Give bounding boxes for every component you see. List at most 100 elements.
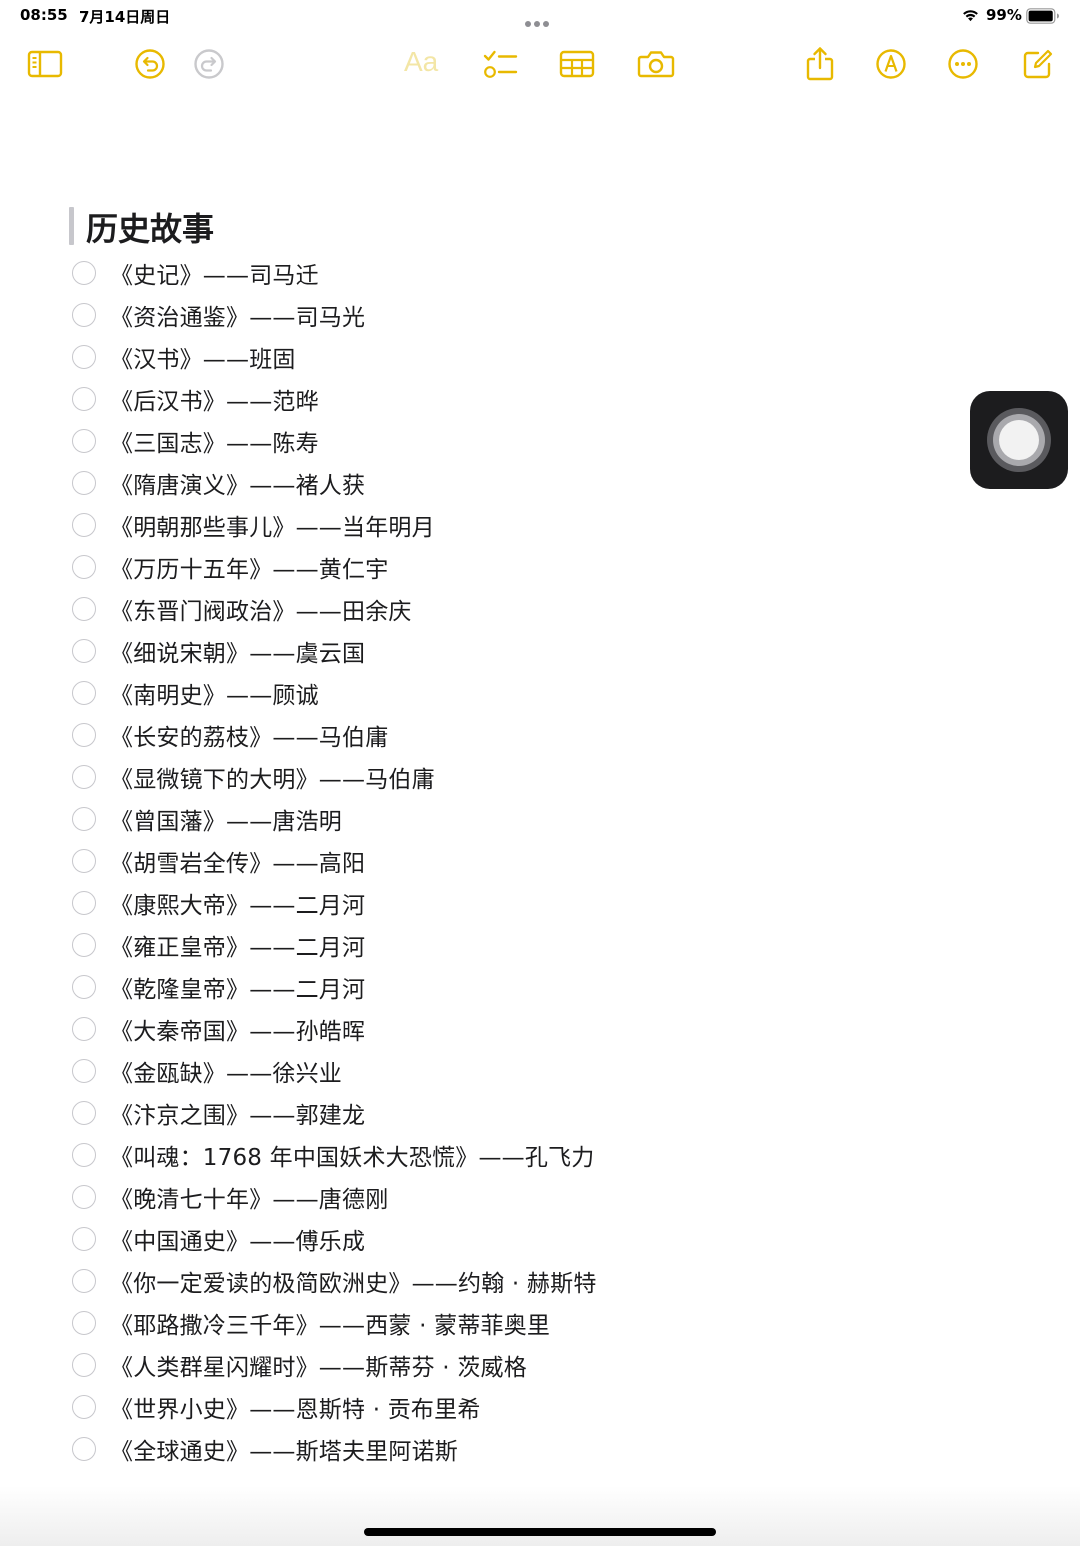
checklist-item[interactable]: 《史记》——司马迁 [70, 252, 597, 294]
checklist-item-text[interactable]: 《资治通鉴》——司马光 [110, 298, 365, 332]
checklist-item[interactable]: 《细说宋朝》——虞云国 [70, 630, 597, 672]
checklist-item-text[interactable]: 《明朝那些事儿》——当年明月 [110, 508, 435, 542]
checkbox-circle-icon[interactable] [72, 1395, 96, 1419]
checklist-item[interactable]: 《全球通史》——斯塔夫里阿诺斯 [70, 1428, 597, 1470]
sidebar-toggle-button[interactable] [25, 44, 65, 84]
more-button[interactable] [943, 44, 983, 84]
checkbox-circle-icon[interactable] [72, 975, 96, 999]
checklist-item[interactable]: 《金瓯缺》——徐兴业 [70, 1050, 597, 1092]
multitasking-dots-icon[interactable] [525, 12, 555, 27]
checklist-item-text[interactable]: 《细说宋朝》——虞云国 [110, 634, 365, 668]
checkbox-circle-icon[interactable] [72, 261, 96, 285]
checklist-item[interactable]: 《明朝那些事儿》——当年明月 [70, 504, 597, 546]
checklist-item[interactable]: 《资治通鉴》——司马光 [70, 294, 597, 336]
checkbox-circle-icon[interactable] [72, 1143, 96, 1167]
table-button[interactable] [557, 44, 597, 84]
checklist-item[interactable]: 《万历十五年》——黄仁宇 [70, 546, 597, 588]
undo-button[interactable] [130, 44, 170, 84]
checklist-item-text[interactable]: 《康熙大帝》——二月河 [110, 886, 365, 920]
note-title[interactable]: 历史故事 [86, 204, 214, 250]
checklist-item[interactable]: 《乾隆皇帝》——二月河 [70, 966, 597, 1008]
checklist-item[interactable]: 《叫魂：1768 年中国妖术大恐慌》——孔飞力 [70, 1134, 597, 1176]
checkbox-circle-icon[interactable] [72, 933, 96, 957]
checklist-item[interactable]: 《人类群星闪耀时》——斯蒂芬 · 茨威格 [70, 1344, 597, 1386]
checkbox-circle-icon[interactable] [72, 429, 96, 453]
checklist-item-text[interactable]: 《你一定爱读的极简欧洲史》——约翰 · 赫斯特 [110, 1264, 597, 1298]
checkbox-circle-icon[interactable] [72, 303, 96, 327]
checklist-item-text[interactable]: 《人类群星闪耀时》——斯蒂芬 · 茨威格 [110, 1348, 527, 1382]
checklist-item[interactable]: 《耶路撒冷三千年》——西蒙 · 蒙蒂菲奥里 [70, 1302, 597, 1344]
checklist-item-text[interactable]: 《世界小史》——恩斯特 · 贡布里希 [110, 1390, 481, 1424]
checkbox-circle-icon[interactable] [72, 723, 96, 747]
checklist-item-text[interactable]: 《史记》——司马迁 [110, 256, 319, 290]
checkbox-circle-icon[interactable] [72, 555, 96, 579]
checklist-item-text[interactable]: 《中国通史》——傅乐成 [110, 1222, 365, 1256]
checklist-item[interactable]: 《曾国藩》——唐浩明 [70, 798, 597, 840]
checkbox-circle-icon[interactable] [72, 1017, 96, 1041]
checkbox-circle-icon[interactable] [72, 1059, 96, 1083]
home-indicator[interactable] [364, 1528, 716, 1536]
checklist-item-text[interactable]: 《雍正皇帝》——二月河 [110, 928, 365, 962]
checklist-button[interactable] [480, 44, 520, 84]
checklist-item[interactable]: 《中国通史》——傅乐成 [70, 1218, 597, 1260]
checklist-item[interactable]: 《康熙大帝》——二月河 [70, 882, 597, 924]
checklist-item-text[interactable]: 《隋唐演义》——褚人获 [110, 466, 365, 500]
checkbox-circle-icon[interactable] [72, 1101, 96, 1125]
checklist-item-text[interactable]: 《汴京之围》——郭建龙 [110, 1096, 365, 1130]
checklist-item-text[interactable]: 《汉书》——班固 [110, 340, 296, 374]
checkbox-circle-icon[interactable] [72, 765, 96, 789]
share-button[interactable] [800, 44, 840, 84]
checklist-item[interactable]: 《长安的荔枝》——马伯庸 [70, 714, 597, 756]
checklist-item[interactable]: 《隋唐演义》——褚人获 [70, 462, 597, 504]
checklist-item-text[interactable]: 《万历十五年》——黄仁宇 [110, 550, 388, 584]
checkbox-circle-icon[interactable] [72, 891, 96, 915]
checklist-item-text[interactable]: 《显微镜下的大明》——马伯庸 [110, 760, 435, 794]
checklist-item[interactable]: 《汉书》——班固 [70, 336, 597, 378]
checklist-item-text[interactable]: 《胡雪岩全传》——高阳 [110, 844, 365, 878]
checkbox-circle-icon[interactable] [72, 849, 96, 873]
checkbox-circle-icon[interactable] [72, 1269, 96, 1293]
checkbox-circle-icon[interactable] [72, 513, 96, 537]
checkbox-circle-icon[interactable] [72, 345, 96, 369]
checkbox-circle-icon[interactable] [72, 471, 96, 495]
checklist-item[interactable]: 《胡雪岩全传》——高阳 [70, 840, 597, 882]
checklist-item-text[interactable]: 《叫魂：1768 年中国妖术大恐慌》——孔飞力 [110, 1138, 594, 1172]
checkbox-circle-icon[interactable] [72, 1227, 96, 1251]
checklist-item-text[interactable]: 《东晋门阀政治》——田余庆 [110, 592, 412, 626]
checklist-item-text[interactable]: 《三国志》——陈寿 [110, 424, 319, 458]
markup-button[interactable] [871, 44, 911, 84]
checklist-item[interactable]: 《世界小史》——恩斯特 · 贡布里希 [70, 1386, 597, 1428]
format-text-button[interactable]: Aa [404, 46, 438, 78]
checkbox-circle-icon[interactable] [72, 1311, 96, 1335]
checklist-item-text[interactable]: 《乾隆皇帝》——二月河 [110, 970, 365, 1004]
camera-button[interactable] [636, 44, 676, 84]
checklist-item[interactable]: 《晚清七十年》——唐德刚 [70, 1176, 597, 1218]
checkbox-circle-icon[interactable] [72, 1437, 96, 1461]
checkbox-circle-icon[interactable] [72, 597, 96, 621]
checklist-item[interactable]: 《后汉书》——范晔 [70, 378, 597, 420]
checklist-item[interactable]: 《汴京之围》——郭建龙 [70, 1092, 597, 1134]
checklist-item[interactable]: 《显微镜下的大明》——马伯庸 [70, 756, 597, 798]
checklist-item-text[interactable]: 《南明史》——顾诚 [110, 676, 319, 710]
checklist-item-text[interactable]: 《全球通史》——斯塔夫里阿诺斯 [110, 1432, 458, 1466]
checkbox-circle-icon[interactable] [72, 1185, 96, 1209]
assistive-touch-button[interactable] [970, 391, 1068, 489]
checkbox-circle-icon[interactable] [72, 807, 96, 831]
checkbox-circle-icon[interactable] [72, 1353, 96, 1377]
checklist-item-text[interactable]: 《后汉书》——范晔 [110, 382, 319, 416]
checklist-item-text[interactable]: 《大秦帝国》——孙皓晖 [110, 1012, 365, 1046]
checklist-item-text[interactable]: 《曾国藩》——唐浩明 [110, 802, 342, 836]
checklist-item[interactable]: 《雍正皇帝》——二月河 [70, 924, 597, 966]
checkbox-circle-icon[interactable] [72, 681, 96, 705]
checklist-item[interactable]: 《三国志》——陈寿 [70, 420, 597, 462]
checkbox-circle-icon[interactable] [72, 639, 96, 663]
checkbox-circle-icon[interactable] [72, 387, 96, 411]
checklist-item[interactable]: 《南明史》——顾诚 [70, 672, 597, 714]
checklist-item[interactable]: 《你一定爱读的极简欧洲史》——约翰 · 赫斯特 [70, 1260, 597, 1302]
checklist-item-text[interactable]: 《晚清七十年》——唐德刚 [110, 1180, 388, 1214]
compose-button[interactable] [1018, 44, 1058, 84]
checklist-item-text[interactable]: 《长安的荔枝》——马伯庸 [110, 718, 388, 752]
checklist-item-text[interactable]: 《耶路撒冷三千年》——西蒙 · 蒙蒂菲奥里 [110, 1306, 550, 1340]
checklist-item[interactable]: 《东晋门阀政治》——田余庆 [70, 588, 597, 630]
redo-button[interactable] [189, 44, 229, 84]
